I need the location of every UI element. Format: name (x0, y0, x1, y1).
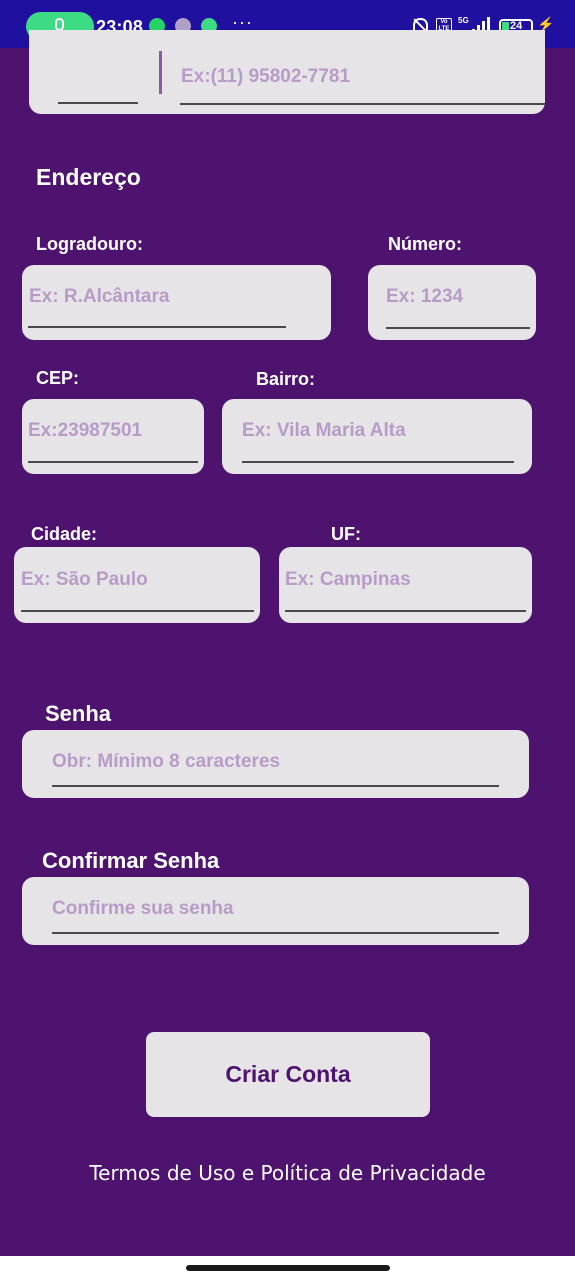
city-input[interactable]: Ex: São Paulo (14, 547, 260, 623)
terms-link[interactable]: Termos de Uso e Política de Privacidade (0, 1161, 575, 1185)
street-input[interactable]: Ex: R.Alcântara (22, 265, 331, 340)
state-label: UF: (331, 524, 361, 544)
district-placeholder: Ex: Vila Maria Alta (242, 420, 406, 441)
city-label: Cidade: (31, 524, 98, 544)
confirm-password-label: Confirmar Senha (42, 848, 220, 873)
state-placeholder: Ex: Campinas (285, 569, 411, 590)
phone-placeholder: Ex:(11) 95802-7781 (181, 66, 351, 87)
password-input[interactable]: Obr: Mínimo 8 caracteres (22, 730, 529, 798)
city-placeholder: Ex: São Paulo (21, 569, 148, 590)
number-placeholder: Ex: 1234 (386, 286, 464, 307)
create-account-button[interactable]: Criar Conta (146, 1032, 430, 1117)
home-gesture-handle[interactable] (186, 1265, 390, 1271)
cep-placeholder: Ex:23987501 (28, 420, 143, 441)
cep-input[interactable]: Ex:23987501 (22, 399, 204, 474)
phone-underline (180, 103, 545, 105)
number-input[interactable]: Ex: 1234 (368, 265, 536, 340)
street-label: Logradouro: (36, 234, 143, 254)
cep-label: CEP: (36, 368, 80, 388)
district-label: Bairro: (256, 369, 316, 389)
network-type: 5G (458, 16, 469, 25)
street-placeholder: Ex: R.Alcântara (29, 286, 170, 307)
address-section-title: Endereço (36, 164, 141, 190)
phone-divider (159, 51, 162, 94)
district-input[interactable]: Ex: Vila Maria Alta (222, 399, 532, 474)
phone-field[interactable]: Ex:(11) 95802-7781 (29, 30, 545, 114)
number-label: Número: (388, 234, 463, 254)
state-input[interactable]: Ex: Campinas (279, 547, 532, 623)
confirm-password-placeholder: Confirme sua senha (52, 898, 234, 919)
ddd-underline (58, 102, 138, 104)
confirm-password-input[interactable]: Confirme sua senha (22, 877, 529, 945)
password-label: Senha (45, 701, 112, 726)
password-placeholder: Obr: Mínimo 8 caracteres (52, 751, 281, 772)
